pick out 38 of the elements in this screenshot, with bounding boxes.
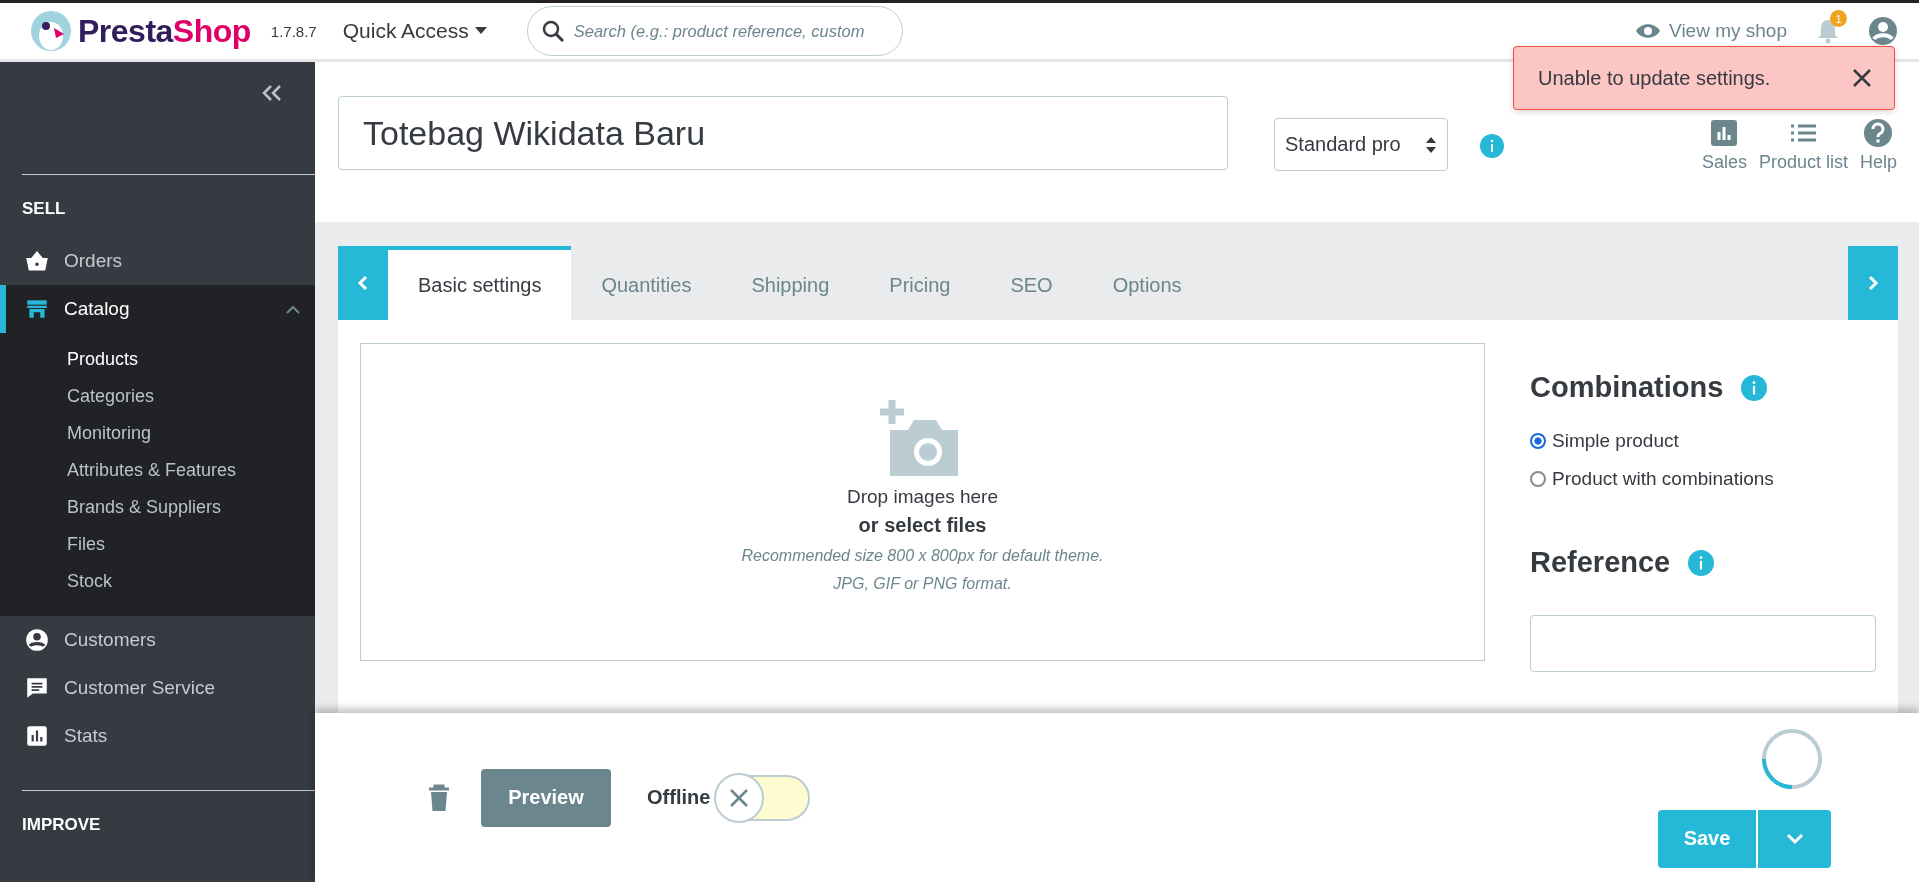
sidebar-item[interactable]: Customer Service [0,664,315,712]
select-files-link[interactable]: or select files [858,514,987,537]
sidebar-item[interactable]: Orders [0,237,315,285]
version-label: 1.7.8.7 [270,22,317,40]
submenu-item[interactable]: Brands & Suppliers [0,489,315,526]
quick-link[interactable]: Help [1859,118,1897,173]
quick-access-menu[interactable]: Quick Access [342,19,487,43]
product-name-field[interactable]: Totebag Wikidata Baru [338,96,1228,170]
toast-message: Unable to update settings. [1538,66,1771,90]
search-field[interactable]: Search (e.g.: product reference, custom [526,6,903,56]
image-dropzone[interactable]: Drop images here or select files Recommended size 800 x 800px for default theme. JPG, GIF or PNG format. [360,343,1485,661]
submenu-item[interactable]: Products [0,341,315,378]
size-hint: Recommended size 800 x 800px for default theme. [741,547,1104,565]
dropzone-title: Drop images here [847,486,998,508]
section-heading: Reference [1530,546,1671,579]
section-heading: Combinations [1530,371,1724,404]
notification-badge: 1 [1830,10,1847,27]
quick-link[interactable]: Sales [1701,118,1747,173]
sidebar-item[interactable]: Catalog [0,285,315,333]
sidebar-item[interactable]: Customers [0,616,315,664]
sidebar-item[interactable]: Stats [0,712,315,760]
preview-button[interactable]: Preview [481,768,611,827]
submenu-item[interactable]: Files [0,526,315,563]
quick-link[interactable]: Product list [1758,118,1848,173]
product-type-select[interactable]: Standard pro [1274,118,1448,171]
submenu-item[interactable]: Attributes & Features [0,452,315,489]
section-title: IMPROVE [21,814,102,836]
logo-text: PrestaShop [78,12,251,50]
tab[interactable]: Basic settings [388,246,572,320]
radio-option[interactable]: Simple product [1530,430,1876,452]
format-hint: JPG, GIF or PNG format. [833,575,1012,593]
status-label: Offline [647,786,711,809]
view-shop-link[interactable]: View my shop [1635,20,1787,42]
section-title: SELL [21,198,67,220]
submenu-item[interactable]: Categories [0,378,315,415]
radio-option[interactable]: Product with combinations [1530,468,1876,490]
submenu-item[interactable]: Stock [0,563,315,600]
submenu-item[interactable]: Monitoring [0,415,315,452]
